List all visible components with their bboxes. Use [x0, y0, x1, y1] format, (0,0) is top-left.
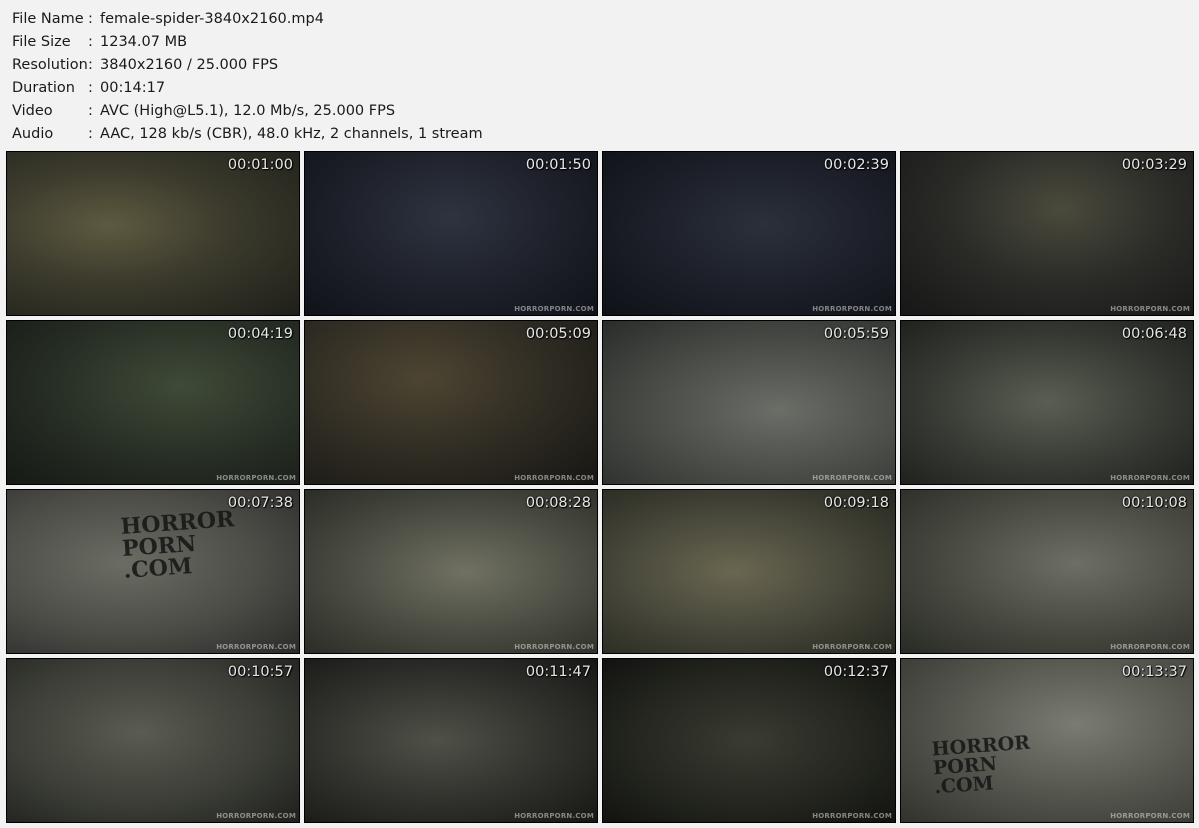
info-row-resolution: Resolution : 3840x2160 / 25.000 FPS	[12, 54, 483, 77]
timestamp-label: 00:04:19	[227, 326, 293, 342]
info-value: 1234.07 MB	[100, 34, 188, 50]
info-value: AVC (High@L5.1), 12.0 Mb/s, 25.000 FPS	[100, 103, 396, 119]
video-thumbnail[interactable]: 00:02:39 HORRORPORN.COM	[602, 151, 896, 316]
timestamp-label: 00:08:28	[525, 495, 591, 511]
video-thumbnail[interactable]: 00:01:00	[6, 151, 300, 316]
timestamp-label: 00:03:29	[1121, 157, 1187, 173]
video-thumbnail[interactable]: HORROR PORN .COM 00:13:37 HORRORPORN.COM	[900, 658, 1194, 823]
video-thumbnail[interactable]: 00:05:59 HORRORPORN.COM	[602, 320, 896, 485]
timestamp-label: 00:01:00	[227, 157, 293, 173]
graffiti-text: HORROR PORN .COM	[120, 506, 238, 584]
timestamp-label: 00:01:50	[525, 157, 591, 173]
info-value: female-spider-3840x2160.mp4	[100, 11, 324, 27]
info-row-duration: Duration : 00:14:17	[12, 77, 483, 100]
info-value: 00:14:17	[100, 80, 166, 96]
watermark-text: HORRORPORN.COM	[514, 643, 594, 651]
info-row-file-size: File Size : 1234.07 MB	[12, 31, 483, 54]
watermark-text: HORRORPORN.COM	[1110, 812, 1190, 820]
watermark-text: HORRORPORN.COM	[514, 305, 594, 313]
video-thumbnail[interactable]: 00:06:48 HORRORPORN.COM	[900, 320, 1194, 485]
timestamp-label: 00:02:39	[823, 157, 889, 173]
watermark-text: HORRORPORN.COM	[812, 474, 892, 482]
info-label: Resolution	[12, 57, 88, 73]
info-row-video: Video : AVC (High@L5.1), 12.0 Mb/s, 25.0…	[12, 100, 483, 123]
info-separator: :	[88, 34, 93, 50]
video-thumbnail[interactable]: 00:09:18 HORRORPORN.COM	[602, 489, 896, 654]
video-thumbnail[interactable]: 00:10:08 HORRORPORN.COM	[900, 489, 1194, 654]
timestamp-label: 00:10:08	[1121, 495, 1187, 511]
video-thumbnail[interactable]: 00:01:50 HORRORPORN.COM	[304, 151, 598, 316]
info-row-file-name: File Name : female-spider-3840x2160.mp4	[12, 8, 483, 31]
video-thumbnail[interactable]: 00:08:28 HORRORPORN.COM	[304, 489, 598, 654]
timestamp-label: 00:09:18	[823, 495, 889, 511]
watermark-text: HORRORPORN.COM	[216, 643, 296, 651]
info-label: Duration	[12, 80, 75, 96]
watermark-text: HORRORPORN.COM	[514, 812, 594, 820]
video-thumbnail[interactable]: 00:04:19 HORRORPORN.COM	[6, 320, 300, 485]
info-separator: :	[88, 57, 93, 73]
info-row-audio: Audio : AAC, 128 kb/s (CBR), 48.0 kHz, 2…	[12, 123, 483, 146]
watermark-text: HORRORPORN.COM	[216, 474, 296, 482]
video-thumbnail[interactable]: HORROR PORN .COM 00:07:38 HORRORPORN.COM	[6, 489, 300, 654]
file-info-panel: File Name : female-spider-3840x2160.mp4 …	[12, 8, 483, 146]
watermark-text: HORRORPORN.COM	[514, 474, 594, 482]
watermark-text: HORRORPORN.COM	[812, 643, 892, 651]
info-value: AAC, 128 kb/s (CBR), 48.0 kHz, 2 channel…	[100, 126, 483, 142]
thumbnail-grid: 00:01:00 00:01:50 HORRORPORN.COM 00:02:3…	[6, 151, 1194, 823]
info-separator: :	[88, 11, 93, 27]
info-separator: :	[88, 126, 93, 142]
timestamp-label: 00:05:59	[823, 326, 889, 342]
watermark-text: HORRORPORN.COM	[1110, 305, 1190, 313]
info-label: Audio	[12, 126, 54, 142]
timestamp-label: 00:07:38	[227, 495, 293, 511]
video-thumbnail[interactable]: 00:12:37 HORRORPORN.COM	[602, 658, 896, 823]
timestamp-label: 00:13:37	[1121, 664, 1187, 680]
graffiti-line: .COM	[933, 772, 995, 799]
watermark-text: HORRORPORN.COM	[812, 305, 892, 313]
video-thumbnail[interactable]: 00:11:47 HORRORPORN.COM	[304, 658, 598, 823]
info-label: File Size	[12, 34, 71, 50]
graffiti-text: HORROR PORN .COM	[931, 732, 1033, 799]
watermark-text: HORRORPORN.COM	[812, 812, 892, 820]
info-separator: :	[88, 80, 93, 96]
video-thumbnail[interactable]: 00:10:57 HORRORPORN.COM	[6, 658, 300, 823]
timestamp-label: 00:12:37	[823, 664, 889, 680]
watermark-text: HORRORPORN.COM	[1110, 643, 1190, 651]
timestamp-label: 00:05:09	[525, 326, 591, 342]
info-label: Video	[12, 103, 53, 119]
video-thumbnail[interactable]: 00:05:09 HORRORPORN.COM	[304, 320, 598, 485]
timestamp-label: 00:10:57	[227, 664, 293, 680]
info-label: File Name	[12, 11, 84, 27]
watermark-text: HORRORPORN.COM	[216, 812, 296, 820]
info-value: 3840x2160 / 25.000 FPS	[100, 57, 279, 73]
watermark-text: HORRORPORN.COM	[1110, 474, 1190, 482]
video-thumbnail[interactable]: 00:03:29 HORRORPORN.COM	[900, 151, 1194, 316]
info-separator: :	[88, 103, 93, 119]
timestamp-label: 00:11:47	[525, 664, 591, 680]
timestamp-label: 00:06:48	[1121, 326, 1187, 342]
graffiti-line: .COM	[122, 553, 194, 584]
